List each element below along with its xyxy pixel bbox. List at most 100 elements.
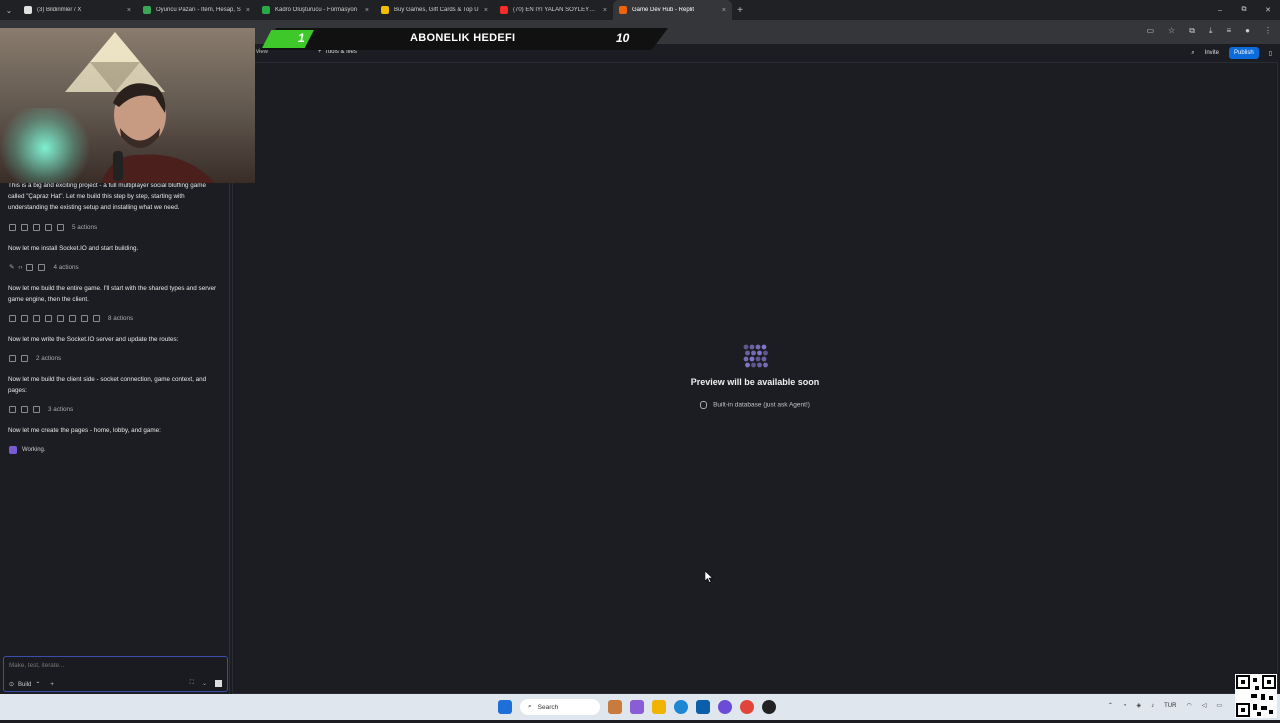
media-icon[interactable]: ≡ — [1226, 26, 1231, 36]
maximize-button[interactable]: ⧉ — [1232, 6, 1256, 14]
screenshot-icon[interactable]: ⛶ — [190, 680, 194, 687]
window-controls: – ⧉ ✕ — [1208, 0, 1280, 20]
shield-icon[interactable]: ◈ — [1136, 702, 1141, 709]
bookmark-star-icon[interactable]: ☆ — [1168, 26, 1175, 36]
language-indicator[interactable]: TUR — [1164, 703, 1176, 709]
package-icon — [57, 224, 64, 231]
file-icon — [81, 315, 88, 322]
code-icon: ‹› — [18, 264, 23, 271]
agent-status-text: Working. — [22, 447, 46, 453]
actions-summary[interactable]: 5 actions — [9, 224, 97, 231]
tab-search-chevron-icon[interactable]: ⌄ — [0, 0, 18, 20]
tab-title: (70) EN İYİ YALAN SÖYLEYEN O — [513, 7, 599, 13]
start-button-icon[interactable] — [498, 700, 512, 714]
network-icon[interactable]: ◔ — [1123, 703, 1127, 709]
extensions-icon[interactable]: ⧉ — [1189, 26, 1195, 36]
stop-button[interactable] — [215, 680, 222, 687]
download-icon[interactable]: ⤓ — [1209, 26, 1213, 36]
package-icon — [45, 315, 52, 322]
widgets-icon[interactable] — [608, 700, 622, 714]
invite-button[interactable]: Invite — [1205, 50, 1219, 56]
tab-close-icon[interactable]: × — [127, 7, 131, 14]
discord-icon[interactable] — [718, 700, 732, 714]
publish-button[interactable]: Publish — [1229, 47, 1259, 59]
chat-message: Now let me build the client side - socke… — [8, 376, 207, 394]
browser-tab[interactable]: Oyuncu Pazarı - İtem, Hesap, S × — [137, 0, 256, 20]
file-icon — [9, 315, 16, 322]
tab-close-icon[interactable]: × — [246, 7, 250, 14]
chat-message: Now let me write the Socket.IO server an… — [8, 336, 179, 343]
package-icon — [93, 315, 100, 322]
taskbar-search[interactable]: ⌕ Search — [520, 699, 600, 715]
tab-title: Oyuncu Pazarı - İtem, Hesap, S — [156, 7, 241, 13]
browser-menu-icon[interactable]: ⋮ — [1264, 26, 1272, 36]
tray-chevron-icon[interactable]: ⌃ — [1108, 702, 1113, 709]
volume-icon[interactable]: ◁ — [1202, 702, 1207, 709]
wrench-icon: ✎ — [9, 264, 15, 271]
chrome-icon[interactable] — [740, 700, 754, 714]
obs-icon[interactable] — [762, 700, 776, 714]
qr-code-image — [1235, 674, 1277, 718]
tab-favicon-icon — [619, 6, 627, 14]
composer-input[interactable]: Make, test, iterate... — [9, 662, 64, 669]
mode-selector[interactable]: ⊙ Build ⌃ + — [9, 681, 54, 689]
add-attachment-button[interactable]: + — [50, 682, 54, 688]
file-icon — [69, 315, 76, 322]
actions-summary[interactable]: 3 actions — [9, 406, 73, 413]
close-window-button[interactable]: ✕ — [1256, 6, 1280, 14]
search-icon[interactable]: ⌕ — [1191, 50, 1194, 57]
taskbar-search-label: Search — [537, 703, 559, 711]
tab-favicon-icon — [381, 6, 389, 14]
chat-message: Now let me create the pages - home, lobb… — [8, 427, 161, 434]
actions-summary[interactable]: ✎ ‹› 4 actions — [9, 264, 79, 271]
taskbar-apps: ⌕ Search — [498, 699, 776, 715]
actions-summary[interactable]: 8 actions — [9, 315, 133, 322]
agent-working-icon — [9, 446, 17, 454]
microphone-icon[interactable]: ♪ — [1151, 703, 1154, 709]
cast-icon[interactable]: ▭ — [1146, 26, 1154, 36]
database-note-text: Built-in database (just ask Agent!) — [713, 401, 810, 409]
tab-close-icon[interactable]: × — [722, 7, 726, 14]
header-actions: ⌕ Invite Publish ▯ — [1191, 47, 1272, 59]
copilot-icon[interactable] — [630, 700, 644, 714]
chevron-up-icon: ⌃ — [35, 682, 41, 688]
composer-actions: ⛶ ⌄ — [190, 680, 222, 687]
minimize-button[interactable]: – — [1208, 7, 1232, 14]
tab-close-icon[interactable]: × — [365, 7, 369, 14]
file-icon — [21, 315, 28, 322]
chat-composer[interactable]: Make, test, iterate... ⊙ Build ⌃ + ⛶ ⌄ — [3, 656, 228, 692]
tab-close-icon[interactable]: × — [484, 7, 488, 14]
tab-close-icon[interactable]: × — [603, 7, 607, 14]
actions-summary[interactable]: 2 actions — [9, 355, 61, 362]
system-tray: ⌃ ◔ ◈ ♪ TUR ◠ ◁ ▭ — [1108, 702, 1222, 710]
database-note: Built-in database (just ask Agent!) — [233, 401, 1277, 409]
file-icon — [33, 315, 40, 322]
browser-tab[interactable]: Kadro Oluşturucu - Formasyon × — [256, 0, 375, 20]
subscriber-goal-banner: 1 ABONELIK HEDEFI 10 — [260, 28, 668, 50]
profile-icon[interactable]: ● — [1245, 26, 1250, 36]
file-icon — [21, 355, 28, 362]
file-icon — [9, 224, 16, 231]
file-explorer-icon[interactable] — [652, 700, 666, 714]
chevron-down-icon[interactable]: ⌄ — [202, 680, 207, 687]
browser-tab[interactable]: (3) Bildirimler / X × — [18, 0, 137, 20]
agent-status: Working. — [9, 446, 46, 454]
file-icon — [9, 406, 16, 413]
browser-tab[interactable]: (70) EN İYİ YALAN SÖYLEYEN O × — [494, 0, 613, 20]
tab-favicon-icon — [262, 6, 270, 14]
actions-count: 3 actions — [48, 406, 74, 413]
store-icon[interactable] — [696, 700, 710, 714]
new-tab-button[interactable]: + — [732, 5, 748, 16]
tab-title: Buy Games, Gift Cards & Top U — [394, 7, 479, 13]
tab-favicon-icon — [24, 6, 32, 14]
battery-icon[interactable]: ▭ — [1216, 702, 1222, 709]
build-mode-icon: ⊙ — [9, 682, 15, 688]
browser-tab-bar: ⌄ (3) Bildirimler / X × Oyuncu Pazarı - İt… — [0, 0, 1280, 20]
panel-toggle-icon[interactable]: ▯ — [1269, 50, 1272, 57]
wifi-icon[interactable]: ◠ — [1186, 702, 1191, 709]
edge-browser-icon[interactable] — [674, 700, 688, 714]
browser-tab[interactable]: Game Dev Hub - Replit × — [613, 0, 732, 20]
browser-tab[interactable]: Buy Games, Gift Cards & Top U × — [375, 0, 494, 20]
streamer-image — [100, 83, 215, 183]
tab-title: Kadro Oluşturucu - Formasyon — [275, 7, 358, 13]
